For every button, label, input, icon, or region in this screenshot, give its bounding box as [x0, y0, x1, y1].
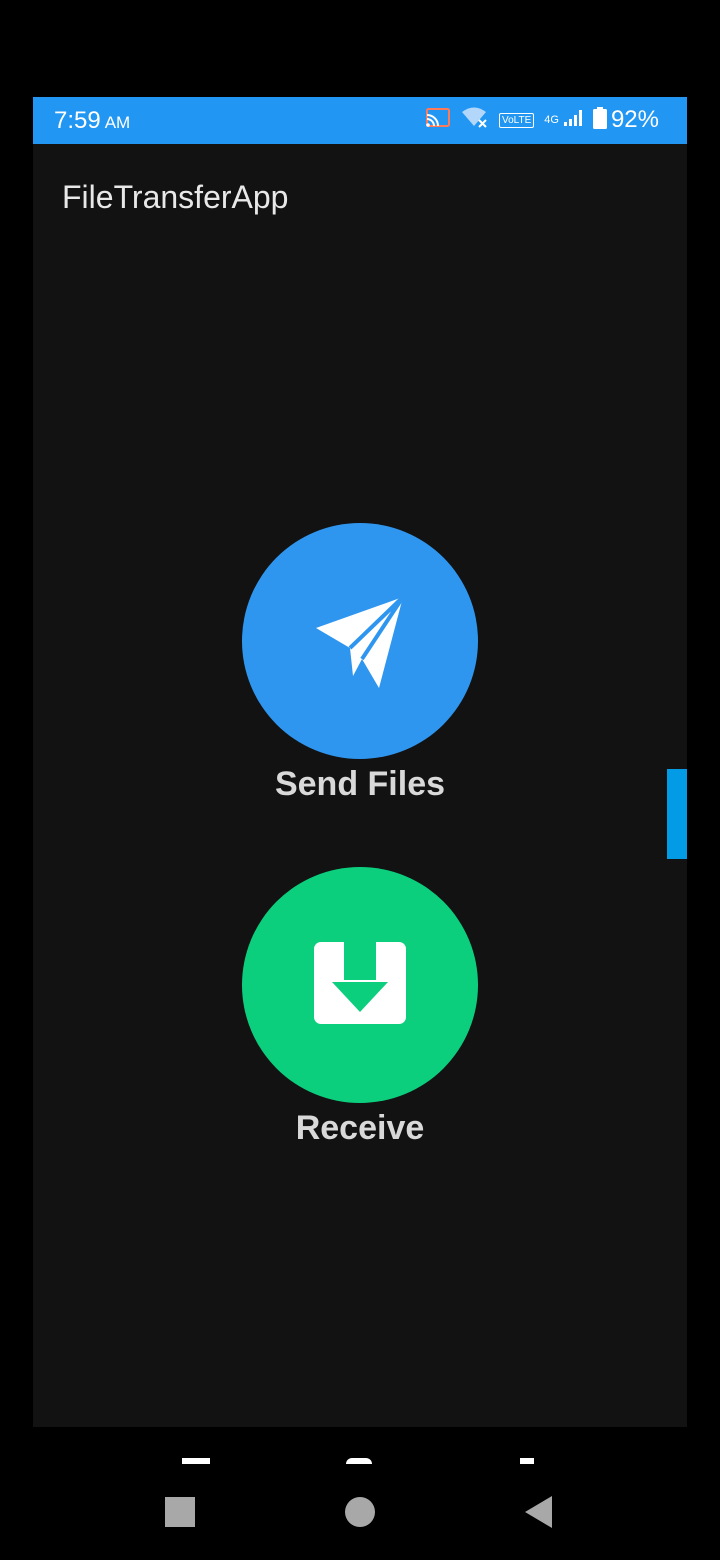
home-circle-icon — [344, 1496, 376, 1533]
clock-ampm: AM — [104, 113, 131, 132]
status-time: 7:59 AM — [54, 107, 130, 135]
download-tray-icon — [312, 939, 408, 1031]
send-files-button[interactable] — [242, 523, 478, 759]
battery-icon — [592, 106, 607, 134]
app-title: FileTransferApp — [62, 179, 289, 215]
home-button[interactable] — [340, 1494, 380, 1534]
recents-square-icon — [164, 1496, 196, 1533]
receive-label: Receive — [295, 1109, 425, 1147]
network-type: 4G — [544, 114, 559, 126]
nav-peek-mark — [520, 1458, 534, 1464]
scroll-thumb[interactable] — [667, 769, 687, 859]
cast-icon — [425, 107, 451, 134]
nav-peek-mark — [346, 1458, 372, 1464]
back-triangle-icon — [522, 1495, 554, 1534]
signal-icon — [563, 109, 583, 132]
navigation-bar — [0, 1470, 720, 1560]
volte-badge: VoLTE — [498, 112, 535, 128]
recents-button[interactable] — [160, 1494, 200, 1534]
send-files-label: Send Files — [274, 765, 446, 803]
status-icons: VoLTE 4G 92% — [425, 106, 659, 134]
nav-peek-mark — [182, 1458, 210, 1464]
status-bar: 7:59 AM VoLTE 4G 92% — [33, 97, 687, 144]
clock-time: 7:59 — [54, 107, 101, 134]
app-screen: 7:59 AM VoLTE 4G 92% FileTransferApp Sen… — [33, 97, 687, 1427]
receive-button[interactable] — [242, 867, 478, 1103]
battery-percent: 92% — [610, 106, 659, 133]
wifi-off-icon — [461, 106, 489, 135]
paper-plane-icon — [305, 584, 415, 699]
back-button[interactable] — [518, 1494, 558, 1534]
